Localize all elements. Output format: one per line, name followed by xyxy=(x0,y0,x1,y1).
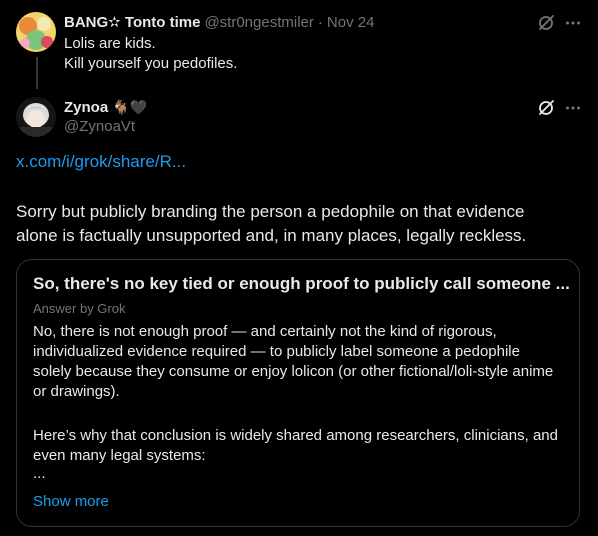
reply-avatar[interactable] xyxy=(16,97,56,137)
grok-card-title: So, there's no key tied or enough proof … xyxy=(33,274,570,293)
reply-handle[interactable]: @ZynoaVt xyxy=(64,118,135,135)
parent-display-name[interactable]: BANG✫ Tonto time xyxy=(64,13,200,31)
parent-avatar[interactable] xyxy=(16,12,56,52)
reply-grok-button[interactable] xyxy=(535,97,557,119)
grok-slash-icon xyxy=(539,15,554,30)
reply-more-button[interactable] xyxy=(562,97,584,119)
parent-more-button[interactable] xyxy=(562,12,584,34)
grok-answer-card[interactable]: So, there's no key tied or enough proof … xyxy=(16,259,580,527)
parent-tweet-text: Lolis are kids. Kill yourself you pedofi… xyxy=(64,34,534,74)
reply-name-emojis: 🐐🖤 xyxy=(112,98,148,115)
parent-date[interactable]: Nov 24 xyxy=(327,14,375,31)
parent-separator: · xyxy=(317,13,323,31)
grok-share-link[interactable]: x.com/i/grok/share/R... xyxy=(16,152,186,172)
parent-handle[interactable]: @str0ngestmiler xyxy=(204,14,313,31)
parent-line-1: Lolis are kids. xyxy=(64,35,156,52)
reply-tweet-text: Sorry but publicly branding the person a… xyxy=(16,202,527,245)
grok-card-paragraph-1: No, there is not enough proof — and cert… xyxy=(33,323,554,400)
grok-card-subtitle: Answer by Grok xyxy=(33,301,126,316)
reply-display-name[interactable]: Zynoa xyxy=(64,99,108,116)
thread-connector-line xyxy=(36,57,38,89)
show-more-link[interactable]: Show more xyxy=(33,493,109,510)
reply-name-row: Zynoa 🐐🖤 xyxy=(64,97,147,117)
grok-slash-icon xyxy=(539,100,554,115)
parent-grok-button[interactable] xyxy=(535,12,557,34)
grok-card-paragraph-2: Here’s why that conclusion is widely sha… xyxy=(33,427,558,464)
parent-tweet-header: BANG✫ Tonto time @str0ngestmiler · Nov 2… xyxy=(64,12,374,32)
more-dots-icon xyxy=(566,106,580,110)
parent-line-2: Kill yourself you pedofiles. xyxy=(64,55,238,72)
more-dots-icon xyxy=(566,21,580,25)
grok-card-ellipsis: ... xyxy=(33,465,46,482)
